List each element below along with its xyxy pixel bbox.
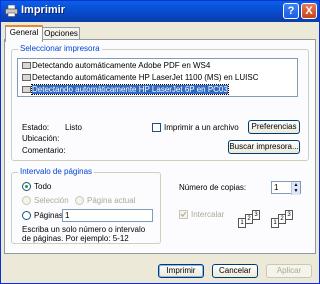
- status-value: Listo: [65, 123, 82, 132]
- page-range-label: Intervalo de páginas: [18, 167, 95, 176]
- print-to-file-checkbox[interactable]: [152, 123, 161, 132]
- copies-spinner[interactable]: ▲ ▼: [291, 182, 300, 195]
- print-button[interactable]: Imprimir: [158, 264, 204, 278]
- collate-label: Intercalar: [191, 210, 225, 219]
- printer-list[interactable]: Detectando automáticamente Adobe PDF en …: [17, 58, 298, 97]
- radio-all[interactable]: [22, 182, 31, 191]
- pages-input[interactable]: 1: [62, 209, 153, 222]
- radio-pages[interactable]: [22, 211, 31, 220]
- close-button[interactable]: X: [301, 3, 317, 19]
- preferences-button[interactable]: Preferencias: [248, 120, 300, 134]
- tab-general[interactable]: General: [5, 25, 43, 42]
- copies-label: Número de copias:: [179, 183, 247, 192]
- radio-selection[interactable]: [22, 196, 31, 205]
- radio-pages-label: Páginas:: [34, 211, 66, 220]
- printer-item-selected[interactable]: Detectando automáticamente HP LaserJet 6…: [20, 84, 229, 95]
- radio-current-page[interactable]: [75, 196, 84, 205]
- printer-group-label: Seleccionar impresora: [18, 44, 102, 53]
- printer-icon: [22, 74, 31, 81]
- find-printer-button[interactable]: Buscar impresora...: [228, 140, 300, 154]
- page-range-hint: Escriba un solo número o intervalo de pá…: [22, 225, 146, 243]
- print-to-file-label: Imprimir a un archivo: [164, 123, 239, 132]
- printer-icon: [5, 5, 18, 17]
- collate-checkbox[interactable]: [179, 210, 188, 219]
- help-button[interactable]: ?: [283, 3, 299, 19]
- radio-current-page-label: Página actual: [87, 196, 136, 205]
- printer-item[interactable]: Detectando automáticamente HP LaserJet 1…: [20, 72, 259, 83]
- title-bar[interactable]: Imprimir ? X: [1, 1, 319, 22]
- cancel-button[interactable]: Cancelar: [212, 264, 258, 278]
- spin-down-icon[interactable]: ▼: [292, 188, 300, 194]
- copies-input[interactable]: 1 ▲ ▼: [271, 181, 301, 195]
- apply-button[interactable]: Aplicar: [266, 264, 312, 278]
- copies-value: 1: [274, 183, 279, 192]
- printer-item[interactable]: Detectando automáticamente Adobe PDF en …: [20, 60, 210, 71]
- printer-icon: [22, 86, 31, 93]
- printer-icon: [22, 62, 31, 69]
- window-title: Imprimir: [21, 4, 66, 16]
- location-label: Ubicación:: [22, 134, 60, 143]
- radio-selection-label: Selección: [34, 196, 69, 205]
- check-icon: [180, 211, 187, 217]
- comment-label: Comentario:: [22, 146, 66, 155]
- print-dialog: Imprimir ? X General Opciones Selecciona…: [0, 0, 320, 284]
- radio-all-label: Todo: [34, 182, 52, 191]
- status-label: Estado:: [22, 123, 50, 132]
